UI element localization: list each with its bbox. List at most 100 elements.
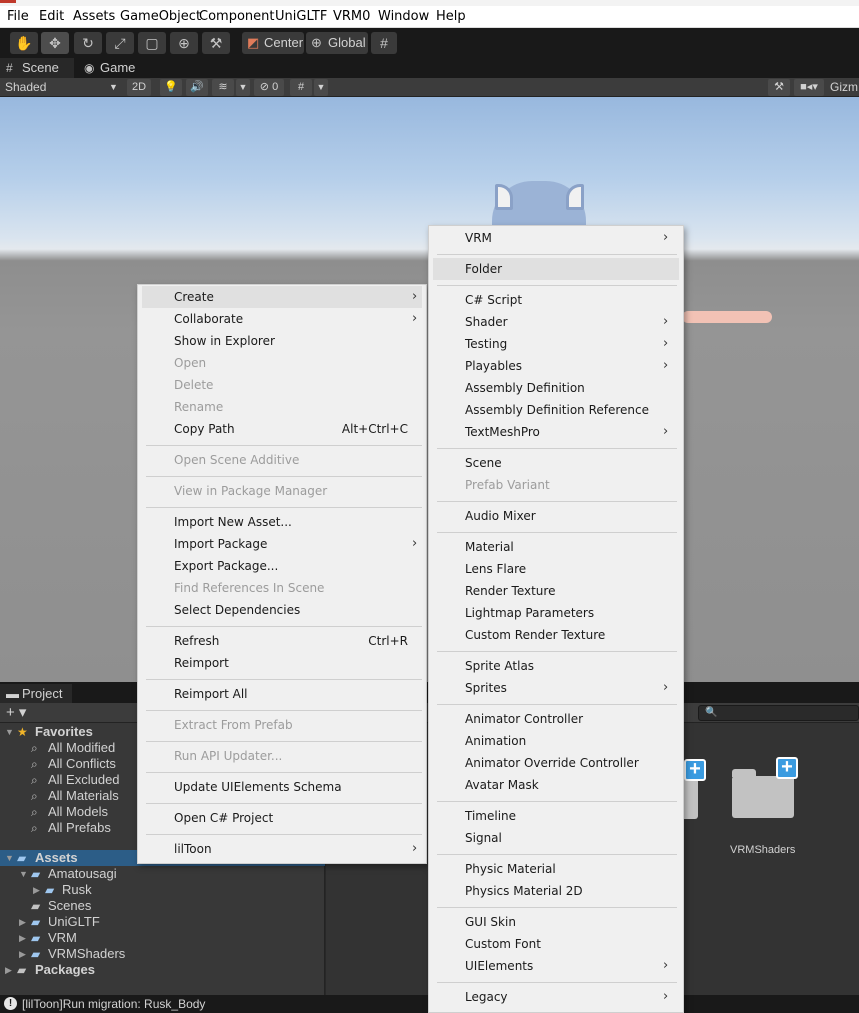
move-tool-icon[interactable]: ✥ [41, 32, 69, 54]
menu-item-find-references[interactable]: Find References In Scene [142, 577, 422, 599]
gizmos-dropdown[interactable]: Gizm [830, 79, 858, 96]
effects-dropdown-icon[interactable]: ▼ [236, 79, 250, 96]
menu-item-select-dependencies[interactable]: Select Dependencies [142, 599, 422, 621]
create-item-prefab-variant[interactable]: Prefab Variant [433, 474, 679, 496]
camera-icon[interactable]: ■◂▾ [794, 79, 824, 96]
expand-arrow-icon[interactable]: ▼ [19, 866, 28, 882]
menu-item-update-uielements-schema[interactable]: Update UIElements Schema [142, 776, 422, 798]
menu-item-collaborate[interactable]: Collaborate › [142, 308, 422, 330]
menu-item-extract-from-prefab[interactable]: Extract From Prefab [142, 714, 422, 736]
create-item-legacy[interactable]: Legacy › [433, 986, 679, 1008]
menu-item-open-scene-additive[interactable]: Open Scene Additive [142, 449, 422, 471]
menu-edit[interactable]: Edit [39, 9, 64, 24]
create-item-animation[interactable]: Animation [433, 730, 679, 752]
expand-arrow-icon[interactable]: ▼ [5, 850, 14, 866]
tree-item-packages[interactable]: ▶ ▰ Packages [0, 962, 325, 978]
project-search-input[interactable]: 🔍 [698, 705, 859, 721]
create-item-signal[interactable]: Signal [433, 827, 679, 849]
menu-item-view-in-package-manager[interactable]: View in Package Manager [142, 480, 422, 502]
menu-vrm0[interactable]: VRM0 [333, 9, 370, 24]
menu-item-open[interactable]: Open [142, 352, 422, 374]
menu-help[interactable]: Help [436, 9, 466, 24]
expand-arrow-icon[interactable]: ▶ [19, 946, 26, 962]
create-item-scene[interactable]: Scene [433, 452, 679, 474]
hand-tool-icon[interactable]: ✋ [10, 32, 38, 54]
create-item-assembly-definition-reference[interactable]: Assembly Definition Reference [433, 399, 679, 421]
create-item-playables[interactable]: Playables › [433, 355, 679, 377]
create-item-material[interactable]: Material [433, 536, 679, 558]
tree-item-rusk[interactable]: ▶ ▰ Rusk [0, 882, 325, 898]
menu-item-delete[interactable]: Delete [142, 374, 422, 396]
tools-icon[interactable]: ⚒ [768, 79, 790, 96]
space-toggle[interactable]: ⊕ Global [306, 32, 368, 54]
menu-item-open-csharp-project[interactable]: Open C# Project [142, 807, 422, 829]
create-item-shader[interactable]: Shader › [433, 311, 679, 333]
menu-item-import-package[interactable]: Import Package › [142, 533, 422, 555]
effects-icon[interactable]: ≋ [212, 79, 234, 96]
menu-item-reimport[interactable]: Reimport [142, 652, 422, 674]
menu-item-run-api-updater[interactable]: Run API Updater... [142, 745, 422, 767]
create-item-lightmap-parameters[interactable]: Lightmap Parameters [433, 602, 679, 624]
transform-tool-icon[interactable]: ⊕ [170, 32, 198, 54]
menu-item-reimport-all[interactable]: Reimport All [142, 683, 422, 705]
create-item-csharp-script[interactable]: C# Script [433, 289, 679, 311]
tree-item-unigltf[interactable]: ▶ ▰ UniGLTF [0, 914, 325, 930]
create-item-custom-render-texture[interactable]: Custom Render Texture [433, 624, 679, 646]
create-item-vrm[interactable]: VRM › [433, 227, 679, 249]
menu-item-rename[interactable]: Rename [142, 396, 422, 418]
menu-file[interactable]: File [7, 9, 29, 24]
menu-gameobject[interactable]: GameObject [120, 9, 201, 24]
create-item-textmeshpro[interactable]: TextMeshPro › [433, 421, 679, 443]
create-item-assembly-definition[interactable]: Assembly Definition [433, 377, 679, 399]
menu-item-show-in-explorer[interactable]: Show in Explorer [142, 330, 422, 352]
menu-unigltf[interactable]: UniGLTF [275, 9, 327, 24]
create-plus-button[interactable]: + ▾ [6, 704, 26, 722]
menu-item-refresh[interactable]: Refresh Ctrl+R [142, 630, 422, 652]
menu-item-import-new-asset[interactable]: Import New Asset... [142, 511, 422, 533]
menu-component[interactable]: Component [199, 9, 274, 24]
menu-item-export-package[interactable]: Export Package... [142, 555, 422, 577]
status-message[interactable]: [lilToon]Run migration: Rusk_Body [22, 995, 205, 1013]
create-item-physic-material[interactable]: Physic Material [433, 858, 679, 880]
tree-item-vrm[interactable]: ▶ ▰ VRM [0, 930, 325, 946]
tab-project[interactable]: ▬ Project [0, 684, 72, 703]
create-item-gui-skin[interactable]: GUI Skin [433, 911, 679, 933]
audio-icon[interactable]: 🔊 [186, 79, 208, 96]
grid-dropdown-icon[interactable]: ▼ [314, 79, 328, 96]
create-item-render-texture[interactable]: Render Texture [433, 580, 679, 602]
mode-2d-toggle[interactable]: 2D [127, 79, 151, 96]
create-item-physics-material-2d[interactable]: Physics Material 2D [433, 880, 679, 902]
create-item-custom-font[interactable]: Custom Font [433, 933, 679, 955]
shading-mode-dropdown[interactable]: Shaded ▼ [5, 79, 118, 96]
create-item-uielements[interactable]: UIElements › [433, 955, 679, 977]
rect-tool-icon[interactable]: ▢ [138, 32, 166, 54]
create-item-folder[interactable]: Folder [433, 258, 679, 280]
create-item-lens-flare[interactable]: Lens Flare [433, 558, 679, 580]
menu-item-liltoon[interactable]: lilToon › [142, 838, 422, 860]
create-item-animator-override-controller[interactable]: Animator Override Controller [433, 752, 679, 774]
expand-arrow-icon[interactable]: ▶ [33, 882, 40, 898]
expand-arrow-icon[interactable]: ▼ [5, 724, 14, 740]
create-item-audio-mixer[interactable]: Audio Mixer [433, 505, 679, 527]
pivot-toggle[interactable]: ◩ Center [242, 32, 304, 54]
rotate-tool-icon[interactable]: ↻ [74, 32, 102, 54]
expand-arrow-icon[interactable]: ▶ [19, 930, 26, 946]
hidden-objects-toggle[interactable]: ⊘ 0 [254, 79, 284, 96]
create-item-timeline[interactable]: Timeline [433, 805, 679, 827]
create-item-sprite-atlas[interactable]: Sprite Atlas [433, 655, 679, 677]
create-item-avatar-mask[interactable]: Avatar Mask [433, 774, 679, 796]
custom-tool-icon[interactable]: ⚒ [202, 32, 230, 54]
tree-item-scenes[interactable]: ▰ Scenes [0, 898, 325, 914]
scale-tool-icon[interactable]: ⤢ [106, 32, 134, 54]
grid-icon[interactable]: # [290, 79, 312, 96]
menu-item-create[interactable]: Create › [142, 286, 422, 308]
grid-snap-icon[interactable]: # [371, 32, 397, 54]
expand-arrow-icon[interactable]: ▶ [19, 914, 26, 930]
tree-item-amatousagi[interactable]: ▼ ▰ Amatousagi [0, 866, 325, 882]
asset-folder-vrmshaders[interactable]: + VRMShaders [730, 757, 810, 869]
tab-scene[interactable]: # Scene [0, 58, 74, 78]
expand-arrow-icon[interactable]: ▶ [5, 962, 12, 978]
create-item-sprites[interactable]: Sprites › [433, 677, 679, 699]
tab-game[interactable]: ◉ Game [78, 58, 142, 78]
menu-assets[interactable]: Assets [73, 9, 115, 24]
